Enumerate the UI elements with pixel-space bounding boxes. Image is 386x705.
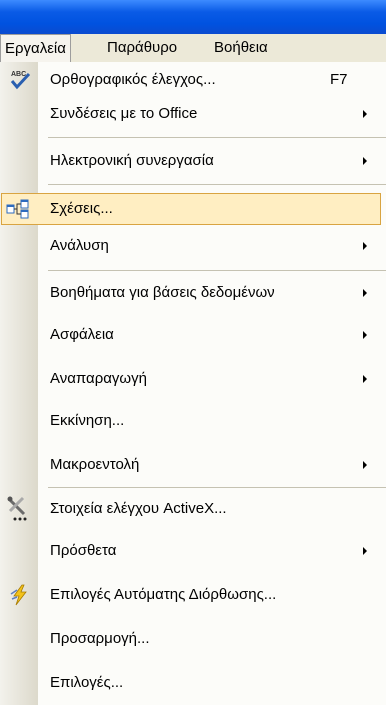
submenu-arrow-icon [363, 547, 367, 555]
window-title-bar [0, 0, 386, 34]
relationships-icon [6, 199, 30, 223]
menu-item-online-collaboration[interactable]: Ηλεκτρονική συνεργασία [0, 144, 386, 178]
menu-item-macro[interactable]: Μακροεντολή [0, 448, 386, 482]
submenu-arrow-icon [363, 461, 367, 469]
menu-item-relationships[interactable]: Σχέσεις... [0, 192, 386, 226]
submenu-arrow-icon [363, 331, 367, 339]
menu-item-label: Ασφάλεια [50, 326, 114, 343]
svg-text:ABC: ABC [11, 71, 26, 78]
menu-tools[interactable]: Εργαλεία [0, 34, 71, 62]
menu-item-autocorrect-options[interactable]: Επιλογές Αυτόματης Διόρθωσης... [0, 578, 386, 612]
menu-item-options[interactable]: Επιλογές... [0, 666, 386, 700]
menu-item-label: Προσαρμογή... [50, 630, 150, 647]
spelling-abc-icon: ABC [8, 68, 32, 94]
menu-item-label: Επιλογές Αυτόματης Διόρθωσης... [50, 586, 277, 603]
autocorrect-lightning-icon [9, 584, 31, 610]
activex-tools-icon [6, 495, 32, 527]
menu-window[interactable]: Παράθυρο [103, 34, 181, 62]
menu-item-add-ins[interactable]: Πρόσθετα [0, 534, 386, 568]
menu-item-label: Στοιχεία ελέγχου ActiveX... [50, 500, 227, 517]
menu-item-label: Μακροεντολή [50, 456, 140, 473]
menu-item-label: Ανάλυση [50, 237, 109, 254]
menu-separator [48, 137, 386, 138]
menu-item-database-utilities[interactable]: Βοηθήματα για βάσεις δεδομένων [0, 276, 386, 310]
menu-item-label: Ορθογραφικός έλεγχος... [50, 71, 216, 88]
menu-item-label: Εκκίνηση... [50, 412, 125, 429]
menu-item-label: Αναπαραγωγή [50, 370, 147, 387]
submenu-arrow-icon [363, 375, 367, 383]
menu-item-analyze[interactable]: Ανάλυση [0, 229, 386, 263]
menu-item-label: Επιλογές... [50, 674, 124, 691]
menu-item-label: Πρόσθετα [50, 542, 117, 559]
submenu-arrow-icon [363, 242, 367, 250]
menu-item-spelling[interactable]: ABC Ορθογραφικός έλεγχος... F7 [0, 63, 386, 97]
menu-separator [48, 270, 386, 271]
menu-item-label: Συνδέσεις με το Office [50, 105, 198, 122]
menu-item-security[interactable]: Ασφάλεια [0, 318, 386, 352]
tools-dropdown-menu: ABC Ορθογραφικός έλεγχος... F7 Συνδέσεις… [0, 62, 386, 705]
menu-item-label: Βοηθήματα για βάσεις δεδομένων [50, 284, 275, 301]
menu-separator [48, 487, 386, 488]
menu-item-office-links[interactable]: Συνδέσεις με το Office [0, 97, 386, 131]
submenu-arrow-icon [363, 289, 367, 297]
menu-item-shortcut: F7 [330, 71, 348, 88]
menu-separator [48, 184, 386, 185]
menu-item-label: Σχέσεις... [50, 200, 113, 217]
menu-item-customize[interactable]: Προσαρμογή... [0, 622, 386, 656]
menu-help[interactable]: Βοήθεια [210, 34, 272, 62]
menu-item-label: Ηλεκτρονική συνεργασία [50, 152, 214, 169]
menu-bar: Εργαλεία Παράθυρο Βοήθεια [0, 34, 386, 63]
submenu-arrow-icon [363, 157, 367, 165]
menu-item-replication[interactable]: Αναπαραγωγή [0, 362, 386, 396]
menu-item-startup[interactable]: Εκκίνηση... [0, 404, 386, 438]
menu-item-activex-controls[interactable]: Στοιχεία ελέγχου ActiveX... [0, 492, 386, 526]
submenu-arrow-icon [363, 110, 367, 118]
